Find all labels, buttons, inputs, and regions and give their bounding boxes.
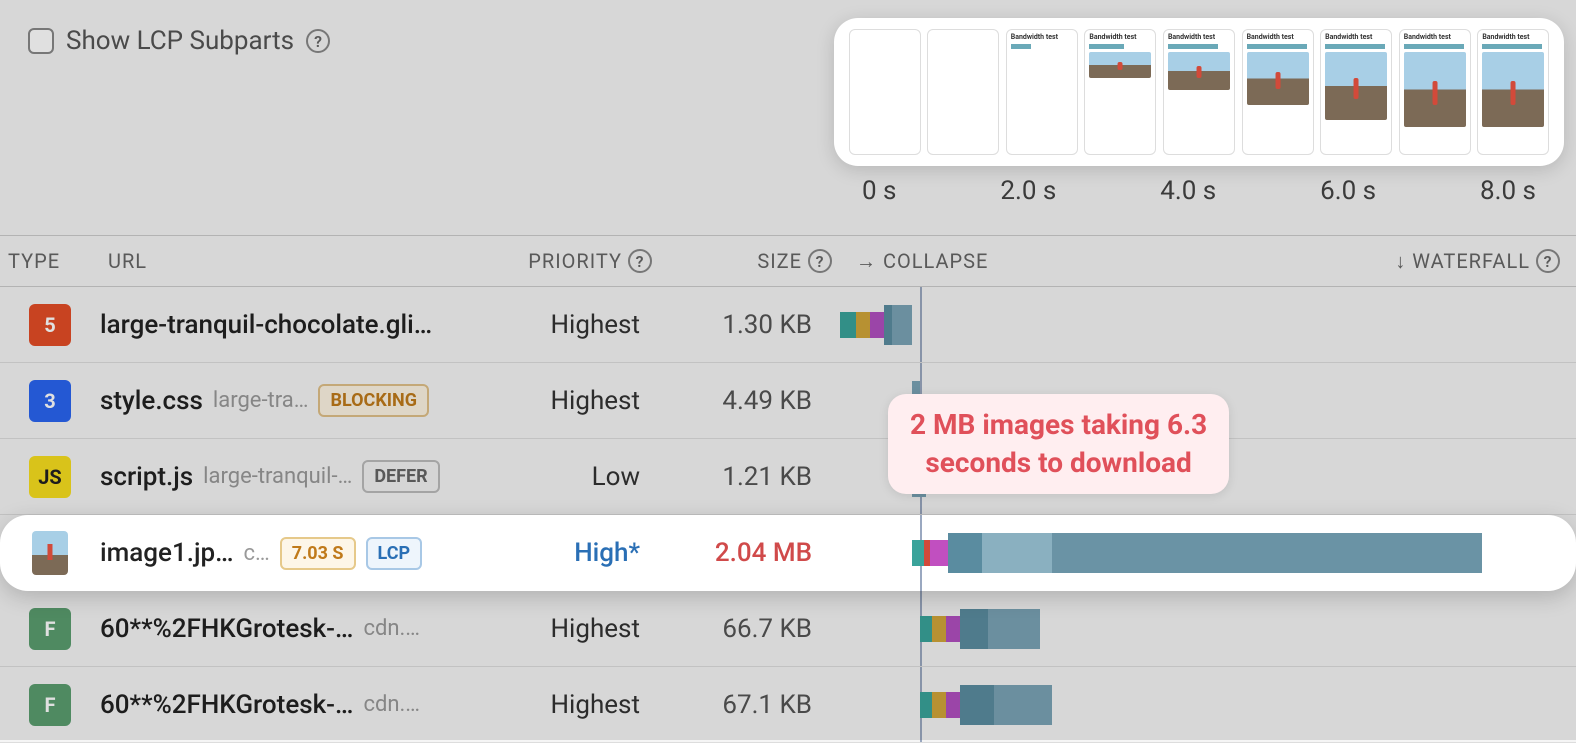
timeline-tick: 4.0 s (1160, 176, 1216, 206)
size-value: 2.04 MB (660, 538, 840, 568)
priority-value: Highest (500, 690, 660, 720)
waterfall-bar[interactable] (840, 591, 1576, 666)
col-size[interactable]: SIZE? (660, 249, 840, 273)
col-url[interactable]: URL (100, 249, 500, 273)
request-host: c… (244, 541, 270, 566)
filmstrip-frame: Bandwidth test (1242, 29, 1314, 155)
size-value: 1.30 KB (660, 310, 840, 340)
request-row[interactable]: 5 large-tranquil-chocolate.gli… Highest1.3… (0, 287, 1576, 363)
badge-s: 7.03 S (280, 537, 356, 570)
filmstrip-frame: Bandwidth test (1084, 29, 1156, 155)
request-row[interactable]: JS script.js large-tranquil-… DEFER Low1.21 … (0, 439, 1576, 515)
font-icon: F (29, 608, 71, 650)
request-url: image1.jp… (100, 538, 234, 568)
priority-value: Highest (500, 614, 660, 644)
help-icon[interactable]: ? (808, 249, 832, 273)
request-row[interactable]: image1.jp… c… 7.03 S LCP High*2.04 MB (0, 515, 1576, 591)
priority-value: High* (500, 538, 660, 568)
col-type[interactable]: TYPE (0, 249, 100, 273)
timeline-tick: 8.0 s (1480, 176, 1536, 206)
request-table: 5large-tranquil-chocolate.gli…Highest1.3… (0, 287, 1576, 743)
size-value: 1.21 KB (660, 462, 840, 492)
size-value: 67.1 KB (660, 690, 840, 720)
badge-blocking: BLOCKING (318, 384, 429, 417)
waterfall-bar[interactable] (840, 515, 1576, 591)
waterfall-bar[interactable] (840, 287, 1576, 362)
table-header: TYPE URL PRIORITY? SIZE? → COLLAPSE ↓ WA… (0, 235, 1576, 287)
request-row[interactable]: F 60**%2FHKGrotesk-… cdn.… Highest67.1 KB (0, 667, 1576, 743)
size-value: 66.7 KB (660, 614, 840, 644)
filmstrip-frame: Bandwidth test (1399, 29, 1471, 155)
request-host: large-tra… (213, 388, 309, 413)
col-waterfall[interactable]: → COLLAPSE ↓ WATERFALL? (840, 249, 1576, 274)
request-url: large-tranquil-chocolate.gli… (100, 310, 432, 340)
show-lcp-subparts-label: Show LCP Subparts (66, 26, 294, 56)
request-url: script.js (100, 462, 193, 492)
col-priority[interactable]: PRIORITY? (500, 249, 660, 273)
request-url: 60**%2FHKGrotesk-… (100, 614, 353, 644)
timeline-tick: 0 s (862, 176, 896, 206)
request-host: large-tranquil-… (203, 464, 352, 489)
priority-value: Low (500, 462, 660, 492)
badge-lcp: LCP (366, 537, 423, 570)
help-icon[interactable]: ? (628, 249, 652, 273)
waterfall-bar[interactable] (840, 667, 1576, 742)
js-icon: JS (29, 456, 71, 498)
filmstrip-frame: Bandwidth test (1163, 29, 1235, 155)
checkbox[interactable] (28, 28, 54, 54)
request-row[interactable]: 3 style.css large-tra… BLOCKING Highest4.49 … (0, 363, 1576, 439)
timeline-tick: 6.0 s (1320, 176, 1376, 206)
filmstrip-frame: Bandwidth test (1320, 29, 1392, 155)
badge-defer: DEFER (362, 460, 439, 493)
request-url: 60**%2FHKGrotesk-… (100, 690, 353, 720)
filmstrip-frame: Bandwidth test (1006, 29, 1078, 155)
filmstrip-frame: Bandwidth test (1477, 29, 1549, 155)
timeline-tick: 2.0 s (1000, 176, 1056, 206)
request-url: style.css (100, 386, 203, 416)
filmstrip-frame (927, 29, 999, 155)
filmstrip: Bandwidth testBandwidth testBandwidth te… (834, 18, 1564, 166)
css-icon: 3 (29, 380, 71, 422)
filmstrip-frame (849, 29, 921, 155)
timeline-axis: 0 s 2.0 s 4.0 s 6.0 s 8.0 s (834, 176, 1564, 206)
html-icon: 5 (29, 304, 71, 346)
annotation-callout: 2 MB images taking 6.3 seconds to downlo… (888, 394, 1229, 494)
priority-value: Highest (500, 386, 660, 416)
font-icon: F (29, 684, 71, 726)
help-icon[interactable]: ? (1536, 249, 1560, 273)
help-icon[interactable]: ? (306, 29, 330, 53)
show-lcp-subparts-option[interactable]: Show LCP Subparts ? (28, 26, 330, 56)
request-row[interactable]: F 60**%2FHKGrotesk-… cdn.… Highest66.7 KB (0, 591, 1576, 667)
priority-value: Highest (500, 310, 660, 340)
size-value: 4.49 KB (660, 386, 840, 416)
request-host: cdn.… (363, 616, 420, 641)
request-host: cdn.… (363, 692, 420, 717)
image-icon (32, 531, 68, 575)
collapse-toggle[interactable]: → COLLAPSE (856, 249, 988, 274)
